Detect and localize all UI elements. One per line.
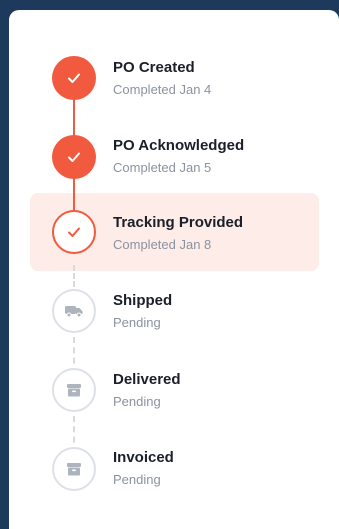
step-invoiced: Invoiced Pending <box>113 448 174 489</box>
step-status-circle <box>52 135 96 179</box>
order-timeline-card: PO Created Completed Jan 4 PO Acknowledg… <box>9 10 339 529</box>
step-status: Completed Jan 4 <box>113 82 212 97</box>
step-delivered: Delivered Pending <box>113 370 181 411</box>
step-title: Delivered <box>113 371 181 388</box>
box-icon <box>66 382 82 398</box>
check-icon <box>65 223 83 241</box>
step-title: Invoiced <box>113 449 174 466</box>
step-tracking-provided: Tracking Provided Completed Jan 8 <box>113 213 243 254</box>
step-status: Pending <box>113 394 161 409</box>
step-status: Completed Jan 5 <box>113 160 212 175</box>
step-status: Pending <box>113 472 161 487</box>
step-status-circle <box>52 210 96 254</box>
step-status-circle <box>52 447 96 491</box>
step-status-circle <box>52 368 96 412</box>
truck-icon <box>64 304 84 318</box>
step-status: Pending <box>113 315 161 330</box>
check-icon <box>65 148 83 166</box>
invoice-icon <box>66 461 82 477</box>
check-icon <box>65 69 83 87</box>
step-status: Completed Jan 8 <box>113 237 212 252</box>
step-status-circle <box>52 289 96 333</box>
step-title: Tracking Provided <box>113 214 244 231</box>
step-po-created: PO Created Completed Jan 4 <box>113 58 211 99</box>
step-po-acknowledged: PO Acknowledged Completed Jan 5 <box>113 136 244 177</box>
step-shipped: Shipped Pending <box>113 291 172 332</box>
step-title: PO Acknowledged <box>113 137 245 154</box>
step-title: PO Created <box>113 59 195 76</box>
step-title: Shipped <box>113 292 173 309</box>
step-status-circle <box>52 56 96 100</box>
